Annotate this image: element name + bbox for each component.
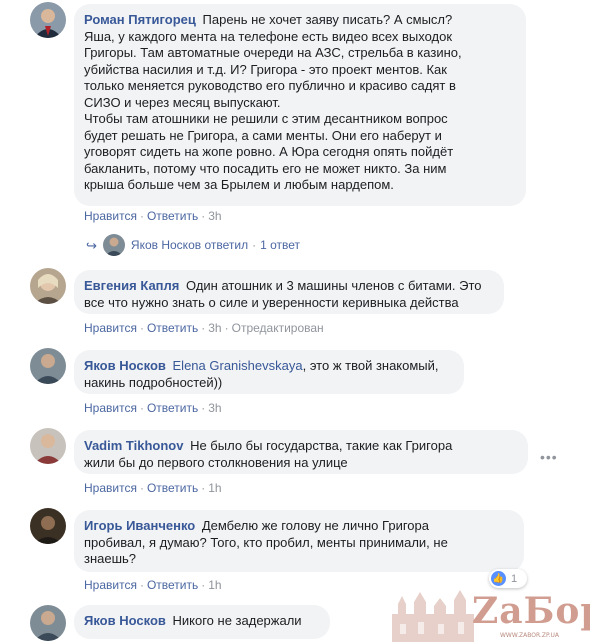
watermark-text: ZaБор <box>472 590 590 632</box>
watermark-logo: ZaБор WWW.ZABOR.ZP.UA <box>388 584 590 644</box>
edited-label[interactable]: Отредактирован <box>232 321 324 335</box>
comment-bubble: Игорь Иванченко Дембелю же голову не лич… <box>74 510 524 572</box>
reply-author-text: Яков Носков ответил <box>130 238 249 252</box>
comment-text: , это ж твой знакомый, <box>302 358 439 373</box>
reply-arrow-icon: ↪ <box>86 238 97 253</box>
comment-text: Парень не хочет заяву писать? А смысл? <box>202 12 453 27</box>
comment-text: уговорят сидеть на жопе ровно. А Юра сег… <box>84 144 454 159</box>
comment-text: только меняется руководство его публично… <box>84 78 456 93</box>
comment-text: крыша больше чем за Брылем и любым нарде… <box>84 177 394 192</box>
comment-text: жили бы до первого столкновения на улице <box>84 454 348 470</box>
avatar[interactable] <box>30 348 66 384</box>
like-link[interactable]: Нравится <box>84 401 137 415</box>
comment-actions: Нравится · Ответить · 3h · Отредактирован <box>84 321 324 335</box>
comment-actions: Нравится · Ответить · 3h <box>84 209 222 223</box>
comment-actions: Нравится · Ответить · 1h <box>84 578 222 592</box>
comment-text: Дембелю же голову не лично Григора <box>201 518 429 533</box>
timestamp[interactable]: 3h <box>208 321 221 335</box>
reply-link[interactable]: Ответить <box>147 209 198 223</box>
comment-text: знаешь? <box>84 551 137 566</box>
like-link[interactable]: Нравится <box>84 578 137 592</box>
timestamp[interactable]: 3h <box>208 209 221 223</box>
comment-actions: Нравится · Ответить · 3h <box>84 401 222 415</box>
timestamp[interactable]: 3h <box>208 401 221 415</box>
comment-author[interactable]: Евгения Капля <box>84 278 179 293</box>
castle-icon <box>392 590 474 642</box>
comment-text: пробивал, я думаю? Того, кто пробил, мен… <box>84 534 448 550</box>
avatar[interactable] <box>30 428 66 464</box>
timestamp[interactable]: 1h <box>208 481 221 495</box>
comment-text: Чтобы там атошники не решили с этим деса… <box>84 111 448 126</box>
comment-author[interactable]: Яков Носков <box>84 613 166 628</box>
comment-text: Григоры. Там автоматные очереди на АЗС, … <box>84 45 462 60</box>
timestamp[interactable]: 1h <box>208 578 221 592</box>
comment-text: бакланить, потому что посадить его не мо… <box>84 160 447 176</box>
avatar <box>102 234 125 256</box>
reply-link[interactable]: Ответить <box>147 481 198 495</box>
comment-text: убийства насилия и т.д. И? Григора - это… <box>84 61 447 77</box>
avatar[interactable] <box>30 268 66 304</box>
avatar[interactable] <box>30 508 66 544</box>
comment-author[interactable]: Vadim Tikhonov <box>84 438 183 453</box>
comment-actions: Нравится · Ответить · 1h <box>84 481 222 495</box>
comment-text: Яша, у каждого мента на телефоне есть ви… <box>84 28 453 44</box>
comment-text: все что нужно знать о силе и уверенности… <box>84 294 459 310</box>
reaction-count: 1 <box>511 572 518 585</box>
view-replies-link[interactable]: ↪ Яков Носков ответил · 1 ответ <box>86 234 300 256</box>
comment-text: Никого не задержали <box>172 613 302 628</box>
comment-text: СИЗО и через месяц выпускают. <box>84 94 281 110</box>
more-options-icon[interactable]: ••• <box>540 449 558 465</box>
reply-link[interactable]: Ответить <box>147 578 198 592</box>
mention-link[interactable]: Elena Granishevskaya <box>173 358 303 373</box>
like-link[interactable]: Нравится <box>84 209 137 223</box>
avatar[interactable] <box>30 605 66 641</box>
like-link[interactable]: Нравится <box>84 321 137 335</box>
reply-link[interactable]: Ответить <box>147 401 198 415</box>
watermark-url: WWW.ZABOR.ZP.UA <box>500 632 560 639</box>
comment-bubble: Яков Носков Никого не задержали <box>74 605 330 639</box>
comment-bubble: Евгения Капля Один атошник и 3 машины чл… <box>74 270 504 314</box>
comment-bubble: Роман Пятигорец Парень не хочет заяву пи… <box>74 4 526 206</box>
comment-author[interactable]: Роман Пятигорец <box>84 12 196 27</box>
like-link[interactable]: Нравится <box>84 481 137 495</box>
comment-author[interactable]: Игорь Иванченко <box>84 518 195 533</box>
comment-bubble: Vadim Tikhonov Не было бы государства, т… <box>74 430 528 474</box>
comment-text: Один атошник и 3 машины членов с битами.… <box>186 278 482 293</box>
comment-author[interactable]: Яков Носков <box>84 358 166 373</box>
comment-text: будет решать не Григора, а сами менты. О… <box>84 127 442 143</box>
comment-text: накинь подробностей)) <box>84 374 223 390</box>
reply-count[interactable]: 1 ответ <box>260 238 300 252</box>
comment-bubble: Яков Носков Elena Granishevskaya, это ж … <box>74 350 464 394</box>
reply-link[interactable]: Ответить <box>147 321 198 335</box>
avatar[interactable] <box>30 2 66 38</box>
comment-text: Не было бы государства, такие как Григор… <box>190 438 453 453</box>
